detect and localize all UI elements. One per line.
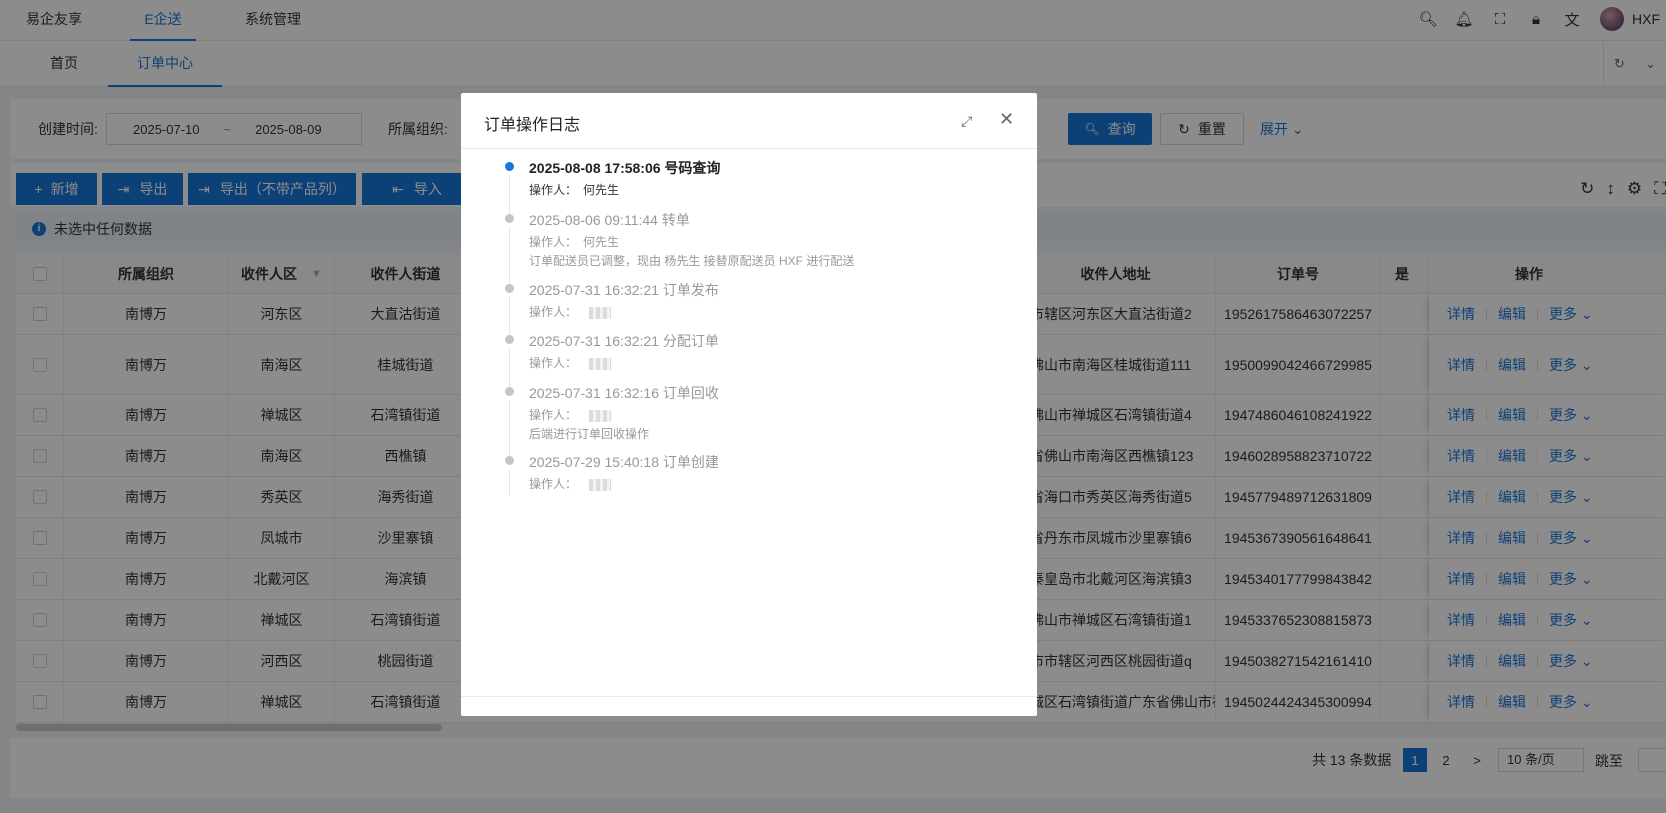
timeline-title: 2025-07-29 15:40:18 订单创建 [529,454,719,470]
timeline-line [509,400,510,457]
timeline-line [509,175,510,215]
timeline-dot [505,335,514,344]
timeline-title: 2025-08-08 17:58:06 号码查询 [529,160,721,176]
timeline-dot [505,456,514,465]
operator-label: 操作人： [529,408,578,422]
timeline-operator: 操作人： [529,303,612,320]
redacted-operator [589,357,612,370]
timeline-note: 订单配送员已调整，现由 杨先生 接替原配送员 HXF 进行配送 [529,254,855,268]
timeline-line [509,469,510,495]
timeline-title: 2025-08-06 09:11:44 转单 [529,212,690,228]
timeline-dot [505,284,514,293]
operator-label: 操作人： [529,235,578,249]
timeline-note: 后端进行订单回收操作 [529,427,650,441]
redacted-operator [589,306,612,319]
timeline-line [509,297,510,336]
order-log-modal: 订单操作日志 ⤢ ✕ 2025-08-08 17:58:06 号码查询 操作人： 何… [461,93,1037,716]
operator-label: 操作人： [529,356,578,370]
modal-title: 订单操作日志 [484,117,581,134]
timeline-line [509,227,510,285]
operator-name: 何先生 [583,235,620,249]
timeline-operator: 操作人： [529,406,612,423]
timeline-operator: 操作人： [529,475,612,492]
timeline-dot [505,387,514,396]
operator-label: 操作人： [529,183,578,197]
timeline-title: 2025-07-31 16:32:21 订单发布 [529,282,719,298]
redacted-operator [589,478,612,491]
timeline-operator: 操作人： [529,354,612,371]
operator-label: 操作人： [529,305,578,319]
timeline-operator: 操作人： 何先生 [529,181,619,198]
operator-label: 操作人： [529,477,578,491]
maximize-icon[interactable]: ⤢ [961,113,972,130]
operator-name: 何先生 [583,183,620,197]
close-icon[interactable]: ✕ [999,109,1014,130]
redacted-operator [589,409,612,422]
modal-footer-divider [461,696,1037,697]
timeline-title: 2025-07-31 16:32:16 订单回收 [529,385,719,401]
timeline-dot [505,162,514,171]
timeline-line [509,348,510,388]
timeline-operator: 操作人： 何先生 [529,233,619,250]
timeline-title: 2025-07-31 16:32:21 分配订单 [529,333,719,349]
modal-header: 订单操作日志 ⤢ ✕ [461,93,1037,149]
timeline-dot [505,214,514,223]
